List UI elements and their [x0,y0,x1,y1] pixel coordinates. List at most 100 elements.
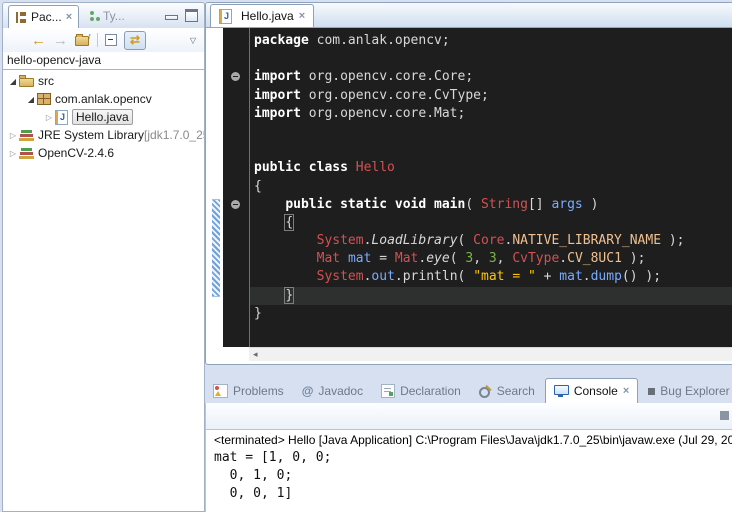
code-token: ( [465,197,481,212]
fold-minus-icon[interactable] [231,200,240,209]
tab-label: Bug Explorer [660,385,729,397]
fold-minus-icon[interactable] [231,72,240,81]
maximize-icon[interactable] [185,9,198,22]
horizontal-scrollbar[interactable]: ◂ [249,347,732,361]
tab-label: Declaration [400,385,461,397]
code-line-5[interactable]: import org.opencv.core.Mat; [254,105,732,123]
close-icon[interactable]: × [299,11,305,22]
console-toolbar [205,403,732,430]
code-token: ); [661,233,684,248]
scroll-left-icon[interactable]: ◂ [253,350,258,359]
tree-item-project-root[interactable]: hello-opencv-java [3,52,204,70]
code-token: [] [528,197,551,212]
code-token: public class [254,160,356,175]
code-line-10[interactable]: public static void main( String[] args ) [254,196,732,214]
tree-item-com-anlak-opencv[interactable]: ◢com.anlak.opencv [3,90,204,108]
tree-item-label: src [38,74,54,88]
code-line-2[interactable] [254,50,732,68]
code-line-15[interactable]: } [250,287,732,305]
collapse-arrow-icon[interactable]: ◢ [25,95,37,104]
code-token [254,197,285,212]
bug-icon [648,388,655,395]
code-token: NATIVE_LIBRARY_NAME [512,233,661,248]
console-tabbar: Problems@JavadocDeclarationSearchConsole… [205,376,732,403]
code-token: Mat [317,251,340,266]
code-line-8[interactable]: public class Hello [254,159,732,177]
code-token: LoadLibrary [371,233,457,248]
tab-javadoc[interactable]: @Javadoc [294,379,371,403]
code-token: Hello [356,160,395,175]
tab-type-hierarchy[interactable]: Ty... [83,5,131,27]
code-line-6[interactable] [254,123,732,141]
expand-arrow-icon[interactable]: ▷ [7,149,19,158]
code-token: public static void main [285,197,465,212]
tab-search[interactable]: Search [471,379,543,403]
code-token: dump [591,269,622,284]
forward-icon[interactable]: → [53,33,68,48]
code-line-14[interactable]: System.out.println( "mat = " + mat.dump(… [254,268,732,286]
code-token: com.anlak.opencv; [309,33,450,48]
code-line-4[interactable]: import org.opencv.core.CvType; [254,87,732,105]
tree-item-jre-system-library[interactable]: ▷JRE System Library [jdk1.7.0_25] [3,126,204,144]
view-menu-icon[interactable]: ▽ [190,36,196,45]
code-token [340,251,348,266]
code-editor[interactable]: package com.anlak.opencv; import org.open… [249,28,732,351]
code-token: package [254,33,309,48]
code-token: , [473,251,489,266]
console-content: <terminated> Hello [Java Application] C:… [205,430,732,512]
code-line-7[interactable] [254,141,732,159]
code-token: { [284,214,294,231]
collapse-arrow-icon[interactable]: ◢ [7,77,19,86]
code-line-9[interactable]: { [254,178,732,196]
console-output: mat = [1, 0, 0; 0, 1, 0; 0, 0, 1] [206,449,732,503]
code-line-11[interactable]: { [254,214,732,232]
tree-item-src[interactable]: ◢ src [3,72,204,90]
tree-item-label: OpenCV-2.4.6 [38,146,114,160]
tab-problems[interactable]: Problems [205,379,292,403]
code-token: "mat = " [473,269,536,284]
back-icon[interactable]: ← [31,33,46,48]
tab-package-explorer[interactable]: Pac... × [8,5,79,28]
code-token: println [403,269,458,284]
java-file-icon [219,9,232,24]
code-line-12[interactable]: System.LoadLibrary( Core.NATIVE_LIBRARY_… [254,232,732,250]
expand-arrow-icon[interactable]: ▷ [7,131,19,140]
code-token: Mat [395,251,418,266]
tab-label: Console [574,385,618,397]
tab-hello-java[interactable]: Hello.java × [210,4,314,27]
code-token: ( [450,251,466,266]
code-token: Core [473,233,504,248]
code-line-13[interactable]: Mat mat = Mat.eye( 3, 3, CvType.CV_8UC1 … [254,250,732,268]
code-token: CV_8UC1 [567,251,622,266]
code-token: () ); [622,269,661,284]
tab-label: Pac... [31,10,62,24]
code-line-1[interactable]: package com.anlak.opencv; [254,32,732,50]
package-icon [37,93,51,105]
close-icon[interactable]: × [66,12,72,23]
tab-console[interactable]: Console × [545,378,638,403]
tab-bug-explorer[interactable]: Bug Explorer [640,379,732,403]
code-token: ) [583,197,599,212]
code-line-3[interactable]: import org.opencv.core.Core; [254,68,732,86]
up-folder-icon[interactable]: ↑ [75,34,90,46]
collapse-all-icon[interactable] [105,34,117,46]
tab-declaration[interactable]: Declaration [373,379,469,403]
tab-label: Hello.java [241,9,294,23]
console-toolbar-icon-fragment[interactable] [720,411,729,420]
code-token: mat [348,251,371,266]
problems-icon [213,384,228,398]
link-with-editor-icon[interactable]: ⇄ [124,31,146,50]
code-token: . [559,251,567,266]
code-token: org.opencv.core.Mat; [301,106,465,121]
declaration-icon [381,384,395,398]
expand-arrow-icon[interactable]: ▷ [43,113,55,122]
tree-item-opencv-2-4-6[interactable]: ▷ OpenCV-2.4.6 [3,144,204,162]
range-indicator [212,199,220,297]
code-token: out [371,269,394,284]
minimize-icon[interactable] [165,15,178,20]
code-token: mat [559,269,582,284]
package-explorer-view: Pac... × Ty... ← → ↑ ⇄ ▽ hello-opencv-ja… [2,2,205,512]
code-line-16[interactable]: } [254,305,732,323]
close-icon[interactable]: × [623,386,629,397]
tree-item-hello-java[interactable]: ▷Hello.java [3,108,204,126]
